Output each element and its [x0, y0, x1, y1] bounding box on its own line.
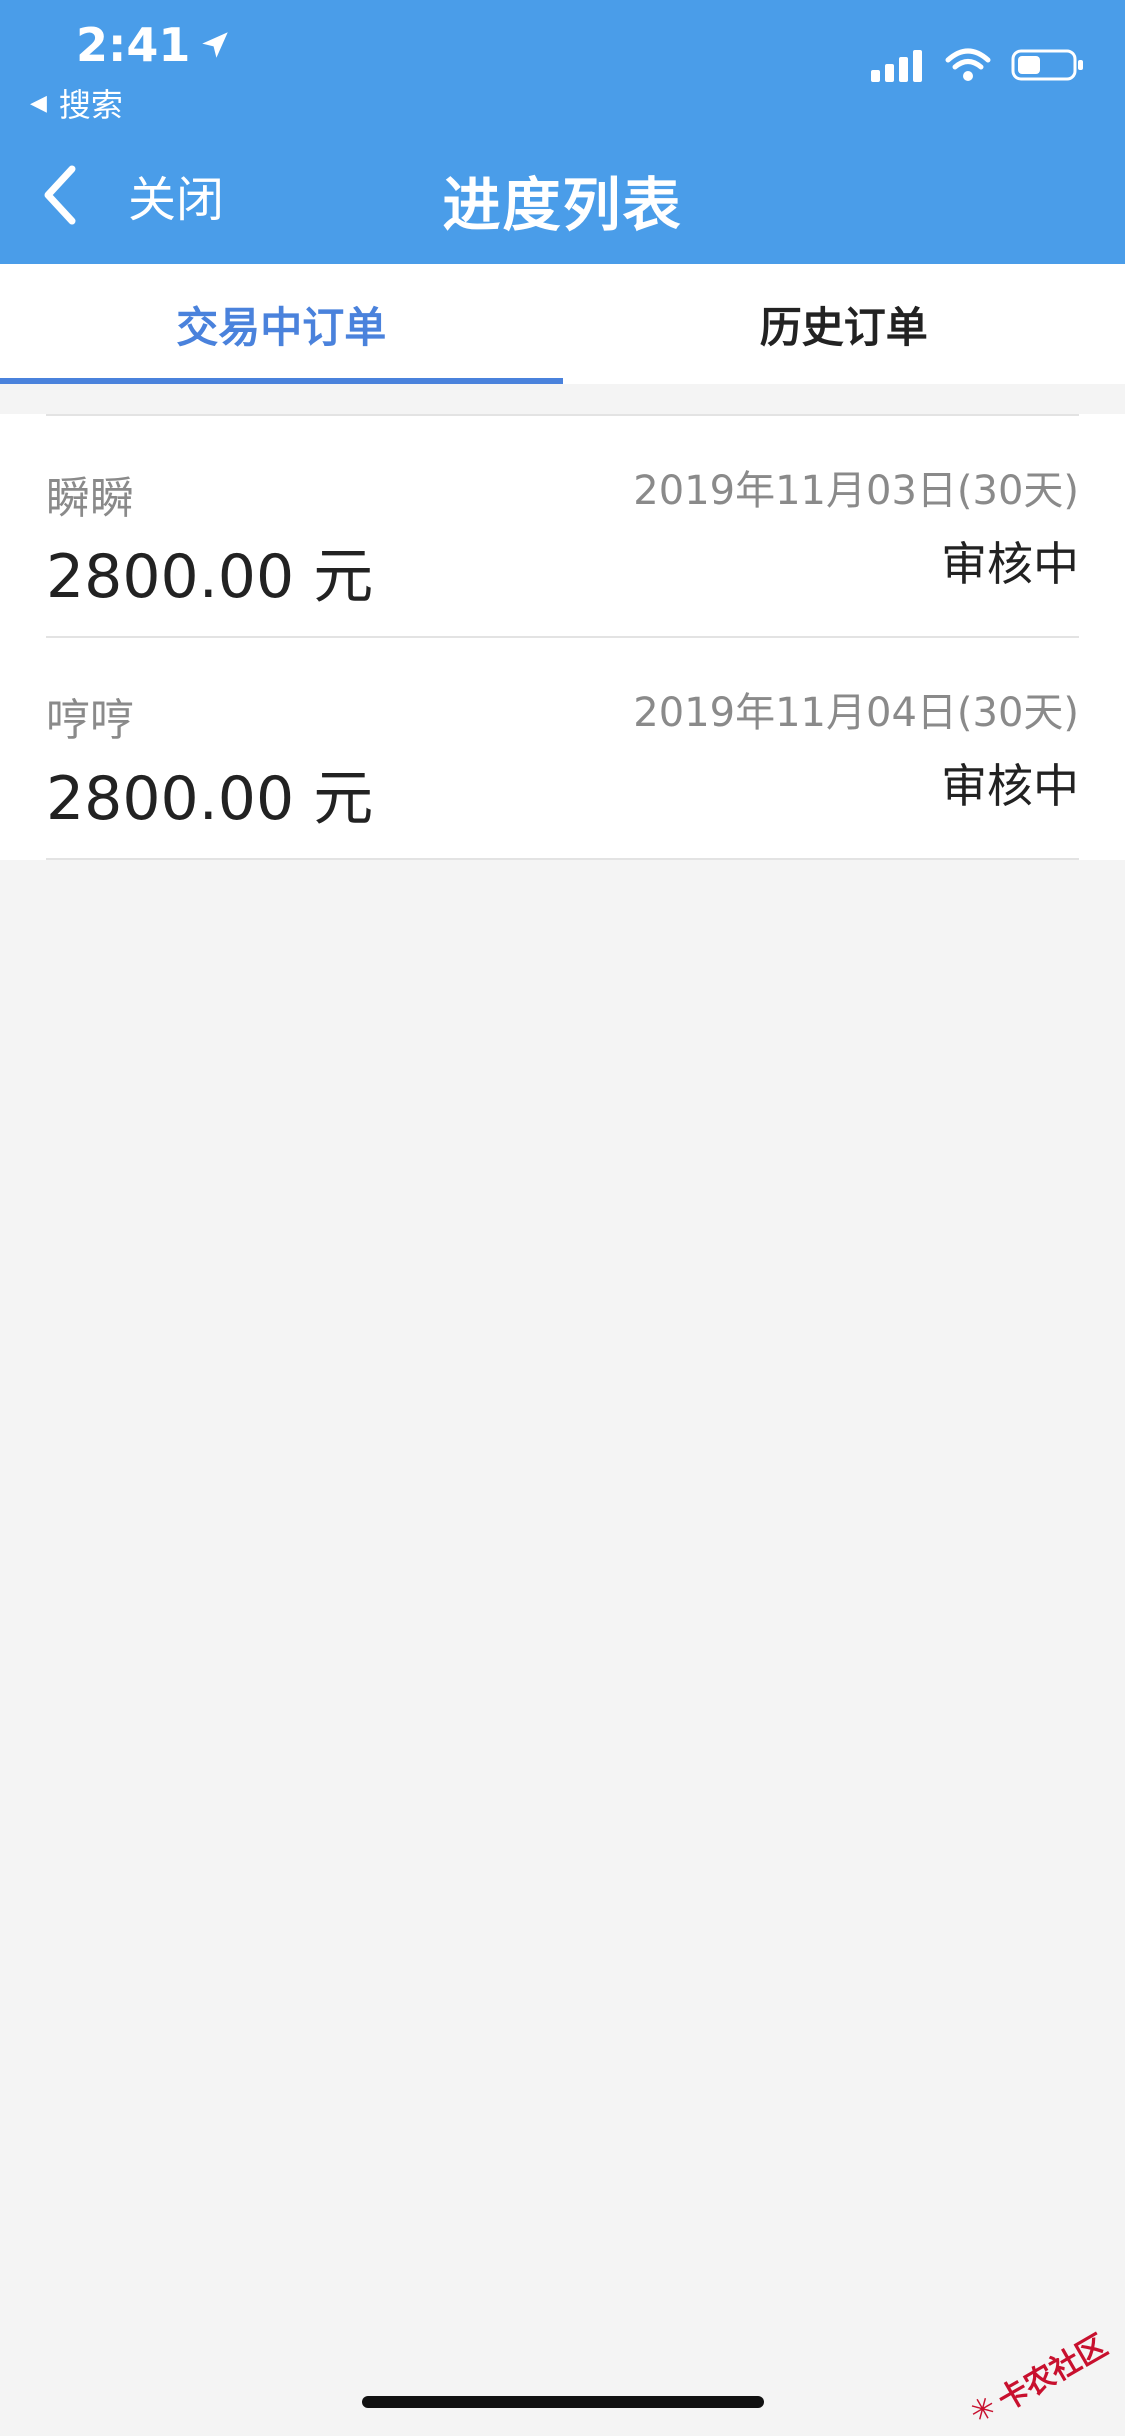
status-time: 2:41 — [76, 18, 232, 72]
list-item[interactable]: 哼哼 2800.00 元 2019年11月04日(30天) 审核中 — [46, 638, 1079, 860]
page-title: 进度列表 — [442, 171, 683, 239]
back-triangle-icon: ◀ — [30, 90, 47, 116]
order-amount: 2800.00 元 — [46, 542, 374, 612]
home-indicator[interactable] — [362, 2396, 764, 2408]
watermark-logo: ✳ 卡农社区 — [961, 2321, 1114, 2435]
order-name: 瞬瞬 — [46, 473, 134, 524]
wifi-icon — [945, 48, 991, 81]
header: 2:41 ◀ 搜索 关闭 进度列表 — [0, 0, 1125, 264]
time-text: 2:41 — [76, 18, 191, 72]
watermark-text: 卡农社区 — [991, 2328, 1114, 2419]
order-list: 瞬瞬 2800.00 元 2019年11月03日(30天) 审核中 哼哼 280… — [0, 414, 1125, 860]
order-status: 审核中 — [941, 537, 1079, 591]
order-name: 哼哼 — [46, 695, 134, 746]
order-status: 审核中 — [941, 759, 1079, 813]
order-amount: 2800.00 元 — [46, 764, 374, 834]
signal-icon — [871, 50, 922, 82]
back-to-app[interactable]: ◀ 搜索 — [30, 80, 123, 126]
battery-icon — [1011, 49, 1083, 81]
location-arrow-icon — [202, 32, 229, 58]
list-item[interactable]: 瞬瞬 2800.00 元 2019年11月03日(30天) 审核中 — [46, 416, 1079, 638]
tab-active-orders[interactable]: 交易中订单 — [0, 264, 563, 384]
order-date: 2019年11月03日(30天) — [633, 468, 1079, 514]
tab-history-orders[interactable]: 历史订单 — [563, 264, 1125, 384]
tab-bar: 交易中订单 历史订单 — [0, 264, 1125, 384]
status-icons — [871, 48, 1085, 82]
back-app-label: 搜索 — [58, 86, 123, 124]
order-date: 2019年11月04日(30天) — [633, 690, 1079, 736]
